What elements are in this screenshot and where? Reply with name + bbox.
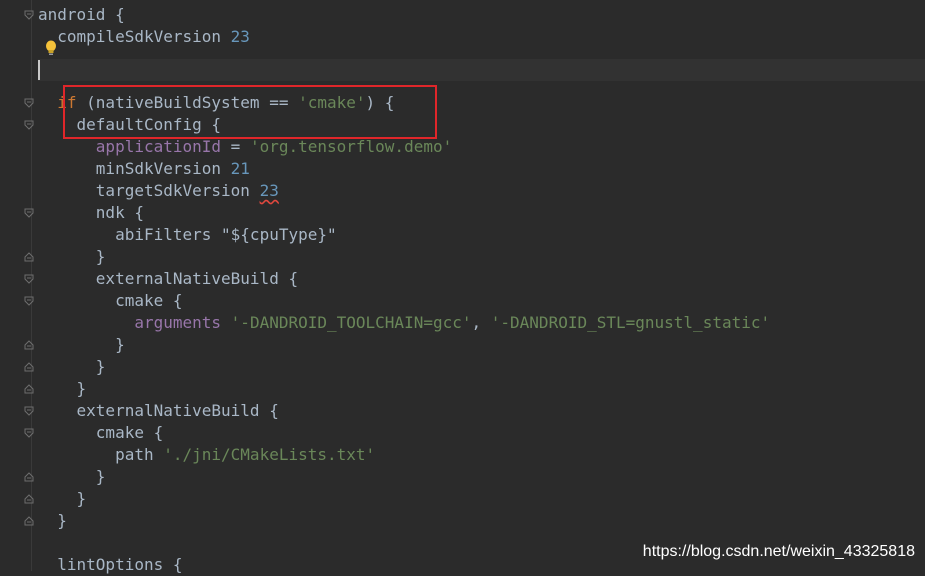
code-token: arguments xyxy=(134,313,222,332)
code-line[interactable]: compileSdkVersion 23 xyxy=(38,26,925,48)
fold-close-icon[interactable] xyxy=(24,472,34,482)
code-line[interactable]: minSdkVersion 21 xyxy=(38,158,925,180)
code-token: abiFilters xyxy=(38,225,222,244)
code-line[interactable]: } xyxy=(38,246,925,268)
fold-open-icon[interactable] xyxy=(24,208,34,218)
code-token: } xyxy=(38,379,87,398)
code-token: lintOptions { xyxy=(38,555,183,574)
fold-open-icon[interactable] xyxy=(24,296,34,306)
code-token: ndk { xyxy=(38,203,144,222)
code-token: 23 xyxy=(259,181,279,200)
code-token: '-DANDROID_STL=gnustl_static' xyxy=(490,313,771,332)
fold-close-icon[interactable] xyxy=(24,494,34,504)
code-line[interactable]: arguments '-DANDROID_TOOLCHAIN=gcc', '-D… xyxy=(38,312,925,334)
code-line[interactable]: targetSdkVersion 23 xyxy=(38,180,925,202)
code-token: cmake { xyxy=(38,423,164,442)
code-line[interactable]: } xyxy=(38,488,925,510)
fold-close-icon[interactable] xyxy=(24,384,34,394)
watermark-text: https://blog.csdn.net/weixin_43325818 xyxy=(642,543,915,560)
code-line[interactable]: ndk { xyxy=(38,202,925,224)
code-line[interactable]: externalNativeBuild { xyxy=(38,268,925,290)
code-line[interactable]: android { xyxy=(38,4,925,26)
code-token: } xyxy=(38,511,67,530)
code-token: applicationId xyxy=(95,137,222,156)
fold-open-icon[interactable] xyxy=(24,120,34,130)
fold-open-icon[interactable] xyxy=(24,98,34,108)
fold-open-icon[interactable] xyxy=(24,274,34,284)
editor-gutter[interactable] xyxy=(0,0,38,571)
code-line[interactable] xyxy=(38,48,925,70)
code-token: minSdkVersion xyxy=(38,159,231,178)
fold-open-icon[interactable] xyxy=(24,428,34,438)
code-token: './jni/CMakeLists.txt' xyxy=(163,445,376,464)
code-token: compileSdkVersion xyxy=(38,27,231,46)
fold-close-icon[interactable] xyxy=(24,252,34,262)
code-token: = xyxy=(221,137,250,156)
code-token: 23 xyxy=(230,27,250,46)
annotation-highlight-box xyxy=(63,85,437,139)
code-token: '-DANDROID_TOOLCHAIN=gcc' xyxy=(230,313,472,332)
code-token: externalNativeBuild { xyxy=(38,269,299,288)
code-token: , xyxy=(471,313,491,332)
code-line[interactable]: abiFilters "${cpuType}" xyxy=(38,224,925,246)
fold-open-icon[interactable] xyxy=(24,10,34,20)
code-token: cmake { xyxy=(38,291,183,310)
code-line[interactable]: path './jni/CMakeLists.txt' xyxy=(38,444,925,466)
code-line[interactable]: } xyxy=(38,510,925,532)
code-line[interactable]: applicationId = 'org.tensorflow.demo' xyxy=(38,136,925,158)
code-token: targetSdkVersion xyxy=(38,181,260,200)
code-line[interactable]: externalNativeBuild { xyxy=(38,400,925,422)
fold-close-icon[interactable] xyxy=(24,340,34,350)
fold-close-icon[interactable] xyxy=(24,516,34,526)
code-line[interactable]: } xyxy=(38,356,925,378)
code-token: android { xyxy=(38,5,125,24)
code-line[interactable]: cmake { xyxy=(38,290,925,312)
gutter-divider xyxy=(31,0,32,571)
code-line[interactable]: cmake { xyxy=(38,422,925,444)
code-line[interactable]: } xyxy=(38,334,925,356)
fold-open-icon[interactable] xyxy=(24,406,34,416)
code-line[interactable]: } xyxy=(38,466,925,488)
code-token: } xyxy=(38,335,125,354)
code-token: "${cpuType}" xyxy=(221,225,337,244)
code-token: 'org.tensorflow.demo' xyxy=(249,137,453,156)
code-token: } xyxy=(38,489,87,508)
code-token: path xyxy=(38,445,164,464)
code-token: 21 xyxy=(230,159,250,178)
code-token: externalNativeBuild { xyxy=(38,401,279,420)
code-token: } xyxy=(38,357,106,376)
code-token: } xyxy=(38,247,106,266)
code-line[interactable]: } xyxy=(38,378,925,400)
code-token: } xyxy=(38,467,106,486)
fold-close-icon[interactable] xyxy=(24,362,34,372)
